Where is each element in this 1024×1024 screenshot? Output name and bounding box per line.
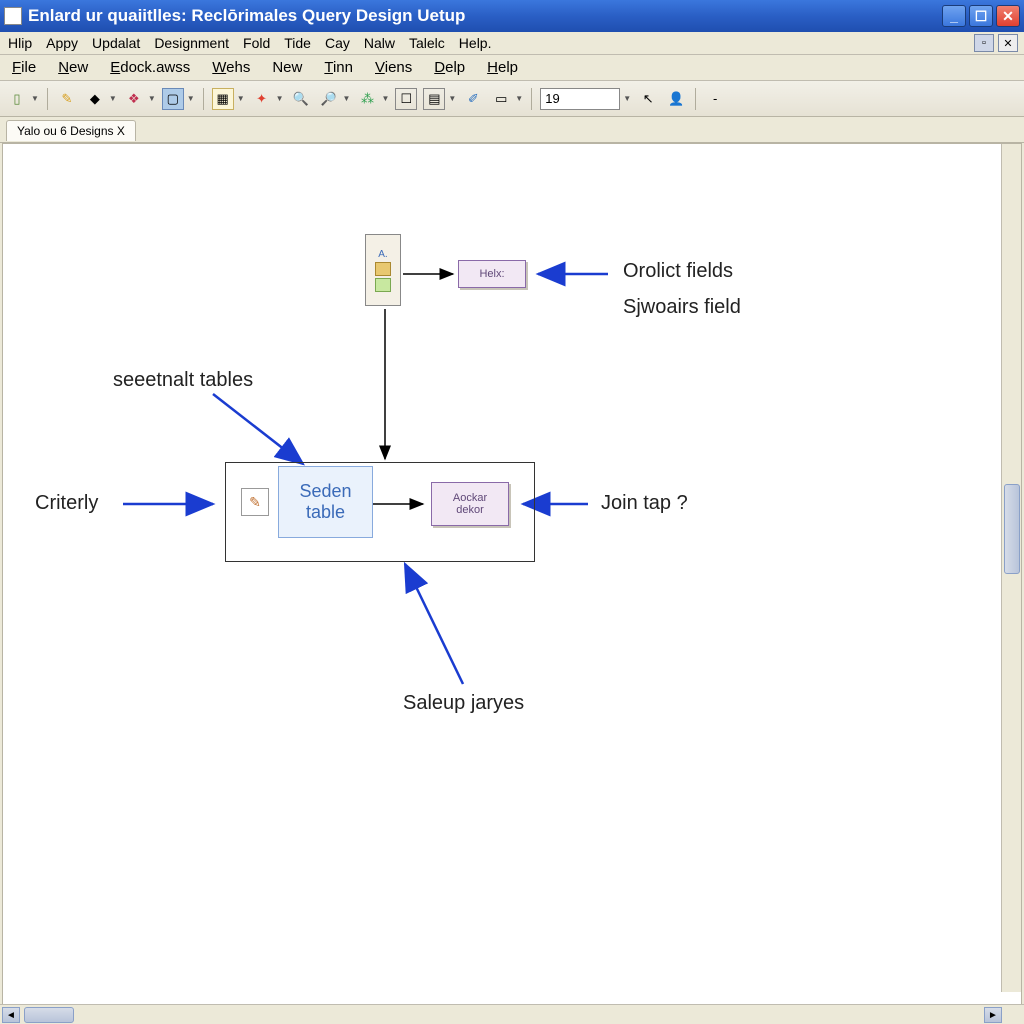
- dropdown-icon[interactable]: ▼: [448, 94, 456, 103]
- brush-icon[interactable]: ✐: [462, 88, 484, 110]
- menu-updalat[interactable]: Updalat: [92, 35, 140, 51]
- zoom2-icon[interactable]: 🔎: [318, 88, 340, 110]
- scroll-right-button[interactable]: ►: [984, 1007, 1002, 1023]
- scrollbar-thumb-h[interactable]: [24, 1007, 74, 1023]
- form-icon[interactable]: ☐: [395, 88, 417, 110]
- zoom-input[interactable]: 19: [540, 88, 620, 110]
- menu-tide[interactable]: Tide: [284, 35, 311, 51]
- doc-icon[interactable]: ▯: [6, 88, 28, 110]
- menu-help2[interactable]: Help: [487, 59, 518, 76]
- diamond-icon[interactable]: ◆: [84, 88, 106, 110]
- dropdown-icon[interactable]: ▼: [623, 94, 631, 103]
- menu-fold[interactable]: Fold: [243, 35, 270, 51]
- dropdown-icon[interactable]: ▼: [109, 94, 117, 103]
- document-close-button[interactable]: ✕: [998, 34, 1018, 52]
- book-icon[interactable]: ▭: [490, 88, 512, 110]
- paper-icon[interactable]: ✎: [241, 488, 269, 516]
- aockar-node[interactable]: Aockar dekor: [431, 482, 509, 526]
- app-icon: [4, 7, 22, 25]
- toolbar: ▯ ▼ ✎ ◆ ▼ ❖ ▼ ▢ ▼ ▦ ▼ ✦ ▼ 🔍 🔎 ▼ ⁂ ▼ ☐ ▤ …: [0, 81, 1024, 117]
- document-restore-button[interactable]: ▫: [974, 34, 994, 52]
- menu-new2[interactable]: New: [272, 59, 302, 76]
- helx-node[interactable]: Helx:: [458, 260, 526, 288]
- window-buttons: _ ☐ ✕: [942, 5, 1020, 27]
- menu-wehs[interactable]: Wehs: [212, 59, 250, 76]
- label-orolict: Orolict fields: [623, 260, 733, 283]
- dropdown-icon[interactable]: ▼: [31, 94, 39, 103]
- workspace: A. Helx: Orolict fields Sjwoairs field s…: [2, 143, 1022, 1013]
- label-joint: Join tap ?: [601, 492, 688, 515]
- tab-strip: Yalo ou 6 Designs X: [0, 117, 1024, 143]
- helx-label: Helx:: [479, 268, 504, 280]
- dropdown-icon[interactable]: ▼: [381, 94, 389, 103]
- dropdown-icon[interactable]: ▼: [343, 94, 351, 103]
- picture-icon[interactable]: ▢: [162, 88, 184, 110]
- wand-icon[interactable]: ✎: [56, 88, 78, 110]
- tab-design[interactable]: Yalo ou 6 Designs X: [6, 120, 136, 141]
- menu-new[interactable]: New: [58, 59, 88, 76]
- menu-designment[interactable]: Designment: [154, 35, 229, 51]
- menu-appy[interactable]: Appy: [46, 35, 78, 51]
- menu-edock[interactable]: Edock.awss: [110, 59, 190, 76]
- dropdown-icon[interactable]: ▼: [148, 94, 156, 103]
- zoom-icon[interactable]: 🔍: [290, 88, 312, 110]
- dropdown-icon[interactable]: ▼: [237, 94, 245, 103]
- dropdown-icon[interactable]: ▼: [187, 94, 195, 103]
- label-sjwoairs: Sjwoairs field: [623, 296, 741, 319]
- label-criterly: Criterly: [35, 492, 98, 515]
- aockar-line2: dekor: [456, 504, 484, 516]
- cursor-icon[interactable]: ↖: [637, 88, 659, 110]
- source-node[interactable]: A.: [365, 234, 401, 306]
- scrollbar-thumb[interactable]: [1004, 484, 1020, 574]
- horizontal-scrollbar[interactable]: ◄ ►: [0, 1004, 1024, 1024]
- dropdown-icon[interactable]: ▼: [276, 94, 284, 103]
- window-title: Enlard ur quaiitlles: Reclōrimales Query…: [28, 6, 942, 26]
- chart-icon[interactable]: ▦: [212, 88, 234, 110]
- menubar-secondary: File New Edock.awss Wehs New Tinn Viens …: [0, 55, 1024, 81]
- menu-hlip[interactable]: Hlip: [8, 35, 32, 51]
- menu-talelc[interactable]: Talelc: [409, 35, 445, 51]
- close-button[interactable]: ✕: [996, 5, 1020, 27]
- maximize-button[interactable]: ☐: [969, 5, 993, 27]
- label-saleup: Saleup jaryes: [403, 692, 524, 715]
- menu-cay[interactable]: Cay: [325, 35, 350, 51]
- menu-help1[interactable]: Help.: [459, 35, 492, 51]
- menu-tinn[interactable]: Tinn: [324, 59, 353, 76]
- table-icon[interactable]: ▤: [423, 88, 445, 110]
- menu-file[interactable]: File: [12, 59, 36, 76]
- menubar-primary: Hlip Appy Updalat Designment Fold Tide C…: [0, 32, 1024, 55]
- menu-viens[interactable]: Viens: [375, 59, 412, 76]
- aockar-line1: Aockar: [453, 492, 487, 504]
- zoom-value: 19: [545, 91, 559, 106]
- menu-nalw[interactable]: Nalw: [364, 35, 395, 51]
- cluster-icon[interactable]: ⁂: [356, 88, 378, 110]
- label-seeetnalt: seeetnalt tables: [113, 369, 253, 392]
- minimize-button[interactable]: _: [942, 5, 966, 27]
- sparkle-icon[interactable]: ✦: [251, 88, 273, 110]
- palette-icon[interactable]: ❖: [123, 88, 145, 110]
- seden-line1: Seden: [299, 481, 351, 502]
- seden-table-node[interactable]: Seden table: [278, 466, 373, 538]
- person-icon[interactable]: 👤: [665, 88, 687, 110]
- seden-line2: table: [306, 502, 345, 523]
- titlebar: Enlard ur quaiitlles: Reclōrimales Query…: [0, 0, 1024, 32]
- vertical-scrollbar[interactable]: [1001, 144, 1021, 992]
- design-canvas[interactable]: A. Helx: Orolict fields Sjwoairs field s…: [3, 144, 1021, 1012]
- dash-icon[interactable]: -: [704, 88, 726, 110]
- dropdown-icon[interactable]: ▼: [515, 94, 523, 103]
- scroll-left-button[interactable]: ◄: [2, 1007, 20, 1023]
- menu-delp[interactable]: Delp: [434, 59, 465, 76]
